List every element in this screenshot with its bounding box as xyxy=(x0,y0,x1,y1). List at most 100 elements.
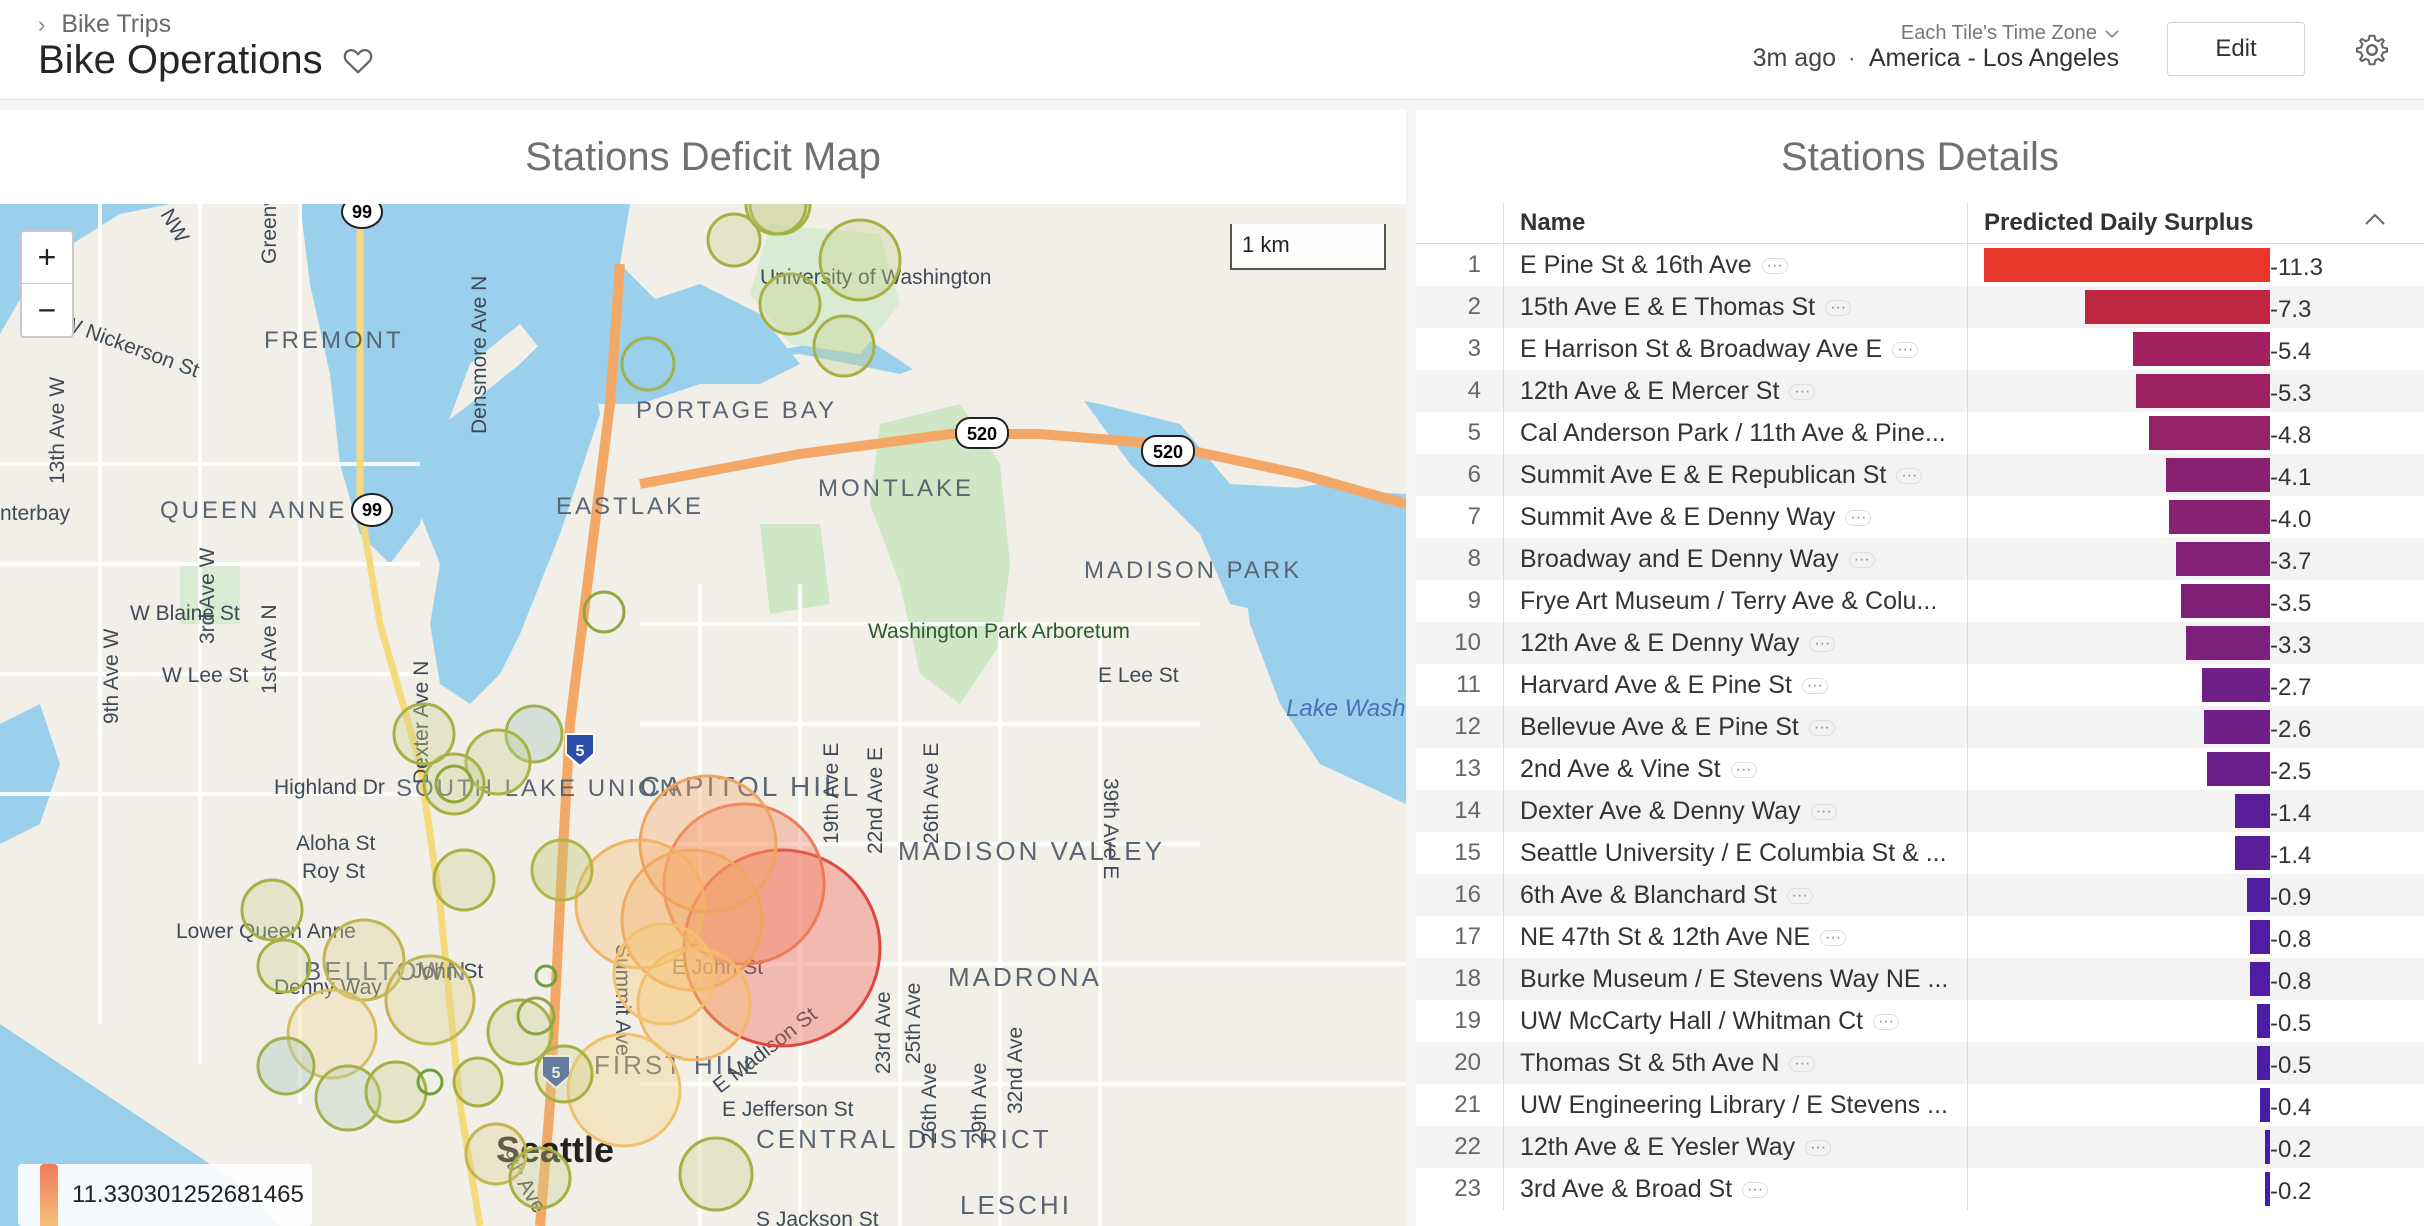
breadcrumb[interactable]: › Bike Trips xyxy=(38,10,171,39)
station-name-cell[interactable]: 15th Ave E & E Thomas St ··· xyxy=(1504,286,1968,328)
station-name-cell[interactable]: UW Engineering Library / E Stevens ... xyxy=(1504,1084,1968,1126)
page-title: Bike Operations xyxy=(38,38,323,82)
station-name-cell[interactable]: Thomas St & 5th Ave N ··· xyxy=(1504,1042,1968,1084)
station-name-cell[interactable]: Seattle University / E Columbia St & ... xyxy=(1504,832,1968,874)
surplus-value: -0.8 xyxy=(2270,968,2312,995)
station-name-cell[interactable]: 12th Ave & E Mercer St ··· xyxy=(1504,370,1968,412)
more-actions-icon[interactable]: ··· xyxy=(1809,636,1836,653)
row-index: 7 xyxy=(1416,496,1504,538)
table-row[interactable]: 19 UW McCarty Hall / Whitman Ct ··· -0.5 xyxy=(1416,1000,2424,1042)
surplus-bar xyxy=(2176,542,2270,576)
surplus-cell: -3.7 xyxy=(1968,538,2424,580)
table-row[interactable]: 16 6th Ave & Blanchard St ··· -0.9 xyxy=(1416,874,2424,916)
more-actions-icon[interactable]: ··· xyxy=(1786,888,1813,905)
table-row[interactable]: 11 Harvard Ave & E Pine St ··· -2.7 xyxy=(1416,664,2424,706)
table-row[interactable]: 14 Dexter Ave & Denny Way ··· -1.4 xyxy=(1416,790,2424,832)
more-actions-icon[interactable]: ··· xyxy=(1789,1056,1816,1073)
timezone-value[interactable]: America - Los Angeles xyxy=(1869,44,2119,73)
table-row[interactable]: 18 Burke Museum / E Stevens Way NE ... -0.… xyxy=(1416,958,2424,1000)
stations-map[interactable]: 99 99 520 520 5 5 FREMONT QUEEN ANNE POR… xyxy=(0,204,1406,1226)
table-row[interactable]: 5 Cal Anderson Park / 11th Ave & Pine... -… xyxy=(1416,412,2424,454)
station-name-cell[interactable]: Broadway and E Denny Way ··· xyxy=(1504,538,1968,580)
station-name-cell[interactable]: Summit Ave & E Denny Way ··· xyxy=(1504,496,1968,538)
map-legend: 11.330301252681465 xyxy=(18,1164,312,1226)
table-row[interactable]: 20 Thomas St & 5th Ave N ··· -0.5 xyxy=(1416,1042,2424,1084)
zoom-in-button[interactable]: + xyxy=(22,232,72,284)
station-name-cell[interactable]: 2nd Ave & Vine St ··· xyxy=(1504,748,1968,790)
svg-text:9th Ave W: 9th Ave W xyxy=(100,628,123,724)
more-actions-icon[interactable]: ··· xyxy=(1801,678,1828,695)
station-name-cell[interactable]: Harvard Ave & E Pine St ··· xyxy=(1504,664,1968,706)
table-row[interactable]: 1 E Pine St & 16th Ave ··· -11.3 xyxy=(1416,244,2424,286)
station-name-cell[interactable]: E Pine St & 16th Ave ··· xyxy=(1504,244,1968,286)
table-row[interactable]: 3 E Harrison St & Broadway Ave E ··· -5.4 xyxy=(1416,328,2424,370)
table-row[interactable]: 15 Seattle University / E Columbia St & .… xyxy=(1416,832,2424,874)
station-name-cell[interactable]: 12th Ave & E Yesler Way ··· xyxy=(1504,1126,1968,1168)
more-actions-icon[interactable]: ··· xyxy=(1892,342,1919,359)
station-name: Burke Museum / E Stevens Way NE ... xyxy=(1520,965,1949,993)
heart-icon[interactable] xyxy=(341,44,375,78)
more-actions-icon[interactable]: ··· xyxy=(1805,1140,1832,1157)
station-name-cell[interactable]: Frye Art Museum / Terry Ave & Colu... xyxy=(1504,580,1968,622)
surplus-bar xyxy=(2186,626,2270,660)
gear-icon[interactable] xyxy=(2354,32,2390,68)
breadcrumb-link[interactable]: Bike Trips xyxy=(61,10,171,39)
name-column-header[interactable]: Name xyxy=(1504,203,1968,243)
more-actions-icon[interactable]: ··· xyxy=(1845,510,1872,527)
station-name-cell[interactable]: 3rd Ave & Broad St ··· xyxy=(1504,1168,1968,1210)
more-actions-icon[interactable]: ··· xyxy=(1873,1014,1900,1031)
surplus-value: -0.8 xyxy=(2270,926,2312,953)
station-name-cell[interactable]: Bellevue Ave & E Pine St ··· xyxy=(1504,706,1968,748)
station-name-cell[interactable]: Burke Museum / E Stevens Way NE ... xyxy=(1504,958,1968,1000)
station-name-cell[interactable]: Dexter Ave & Denny Way ··· xyxy=(1504,790,1968,832)
sort-ascending-icon[interactable] xyxy=(2364,211,2386,227)
surplus-bar xyxy=(2133,332,2270,366)
more-actions-icon[interactable]: ··· xyxy=(1761,258,1788,275)
more-actions-icon[interactable]: ··· xyxy=(1825,300,1852,317)
surplus-value: -0.9 xyxy=(2270,884,2312,911)
row-index: 13 xyxy=(1416,748,1504,790)
table-row[interactable]: 9 Frye Art Museum / Terry Ave & Colu... -3… xyxy=(1416,580,2424,622)
more-actions-icon[interactable]: ··· xyxy=(1820,930,1846,947)
table-row[interactable]: 2 15th Ave E & E Thomas St ··· -7.3 xyxy=(1416,286,2424,328)
station-name-cell[interactable]: NE 47th St & 12th Ave NE ··· xyxy=(1504,916,1968,958)
table-row[interactable]: 7 Summit Ave & E Denny Way ··· -4.0 xyxy=(1416,496,2424,538)
svg-text:22nd Ave E: 22nd Ave E xyxy=(864,747,887,854)
timezone-selector[interactable]: Each Tile's Time Zone xyxy=(1901,22,2119,45)
table-row[interactable]: 8 Broadway and E Denny Way ··· -3.7 xyxy=(1416,538,2424,580)
station-name-cell[interactable]: E Harrison St & Broadway Ave E ··· xyxy=(1504,328,1968,370)
table-row[interactable]: 17 NE 47th St & 12th Ave NE ··· -0.8 xyxy=(1416,916,2424,958)
table-row[interactable]: 21 UW Engineering Library / E Stevens ...… xyxy=(1416,1084,2424,1126)
surplus-value: -2.6 xyxy=(2270,716,2312,743)
zoom-out-button[interactable]: − xyxy=(22,284,72,336)
row-index: 1 xyxy=(1416,244,1504,286)
table-row[interactable]: 12 Bellevue Ave & E Pine St ··· -2.6 xyxy=(1416,706,2424,748)
table-row[interactable]: 4 12th Ave & E Mercer St ··· -5.3 xyxy=(1416,370,2424,412)
station-name: Bellevue Ave & E Pine St xyxy=(1520,713,1799,741)
table-row[interactable]: 10 12th Ave & E Denny Way ··· -3.3 xyxy=(1416,622,2424,664)
more-actions-icon[interactable]: ··· xyxy=(1896,468,1923,485)
map-canvas[interactable]: 99 99 520 520 5 5 FREMONT QUEEN ANNE POR… xyxy=(0,204,1406,1226)
more-actions-icon[interactable]: ··· xyxy=(1730,762,1757,779)
station-name-cell[interactable]: Cal Anderson Park / 11th Ave & Pine... xyxy=(1504,412,1968,454)
more-actions-icon[interactable]: ··· xyxy=(1789,384,1816,401)
table-row[interactable]: 6 Summit Ave E & E Republican St ··· -4.1 xyxy=(1416,454,2424,496)
more-actions-icon[interactable]: ··· xyxy=(1742,1182,1769,1199)
surplus-column-header[interactable]: Predicted Daily Surplus xyxy=(1968,203,2424,243)
more-actions-icon[interactable]: ··· xyxy=(1848,552,1875,569)
stations-table: Name Predicted Daily Surplus 1E Pine St … xyxy=(1416,203,2424,1210)
surplus-bar xyxy=(2202,668,2270,702)
station-name: E Pine St & 16th Ave xyxy=(1520,251,1752,279)
details-tile-title: Stations Details xyxy=(1781,134,2059,179)
station-name-cell[interactable]: UW McCarty Hall / Whitman Ct ··· xyxy=(1504,1000,1968,1042)
table-row[interactable]: 13 2nd Ave & Vine St ··· -2.5 xyxy=(1416,748,2424,790)
station-name: 12th Ave & E Mercer St xyxy=(1520,377,1780,405)
station-name-cell[interactable]: 12th Ave & E Denny Way ··· xyxy=(1504,622,1968,664)
station-name-cell[interactable]: Summit Ave E & E Republican St ··· xyxy=(1504,454,1968,496)
more-actions-icon[interactable]: ··· xyxy=(1810,804,1837,821)
station-name-cell[interactable]: 6th Ave & Blanchard St ··· xyxy=(1504,874,1968,916)
more-actions-icon[interactable]: ··· xyxy=(1808,720,1835,737)
table-row[interactable]: 23 3rd Ave & Broad St ··· -0.2 xyxy=(1416,1168,2424,1210)
edit-button[interactable]: Edit xyxy=(2167,22,2305,76)
table-row[interactable]: 22 12th Ave & E Yesler Way ··· -0.2 xyxy=(1416,1126,2424,1168)
